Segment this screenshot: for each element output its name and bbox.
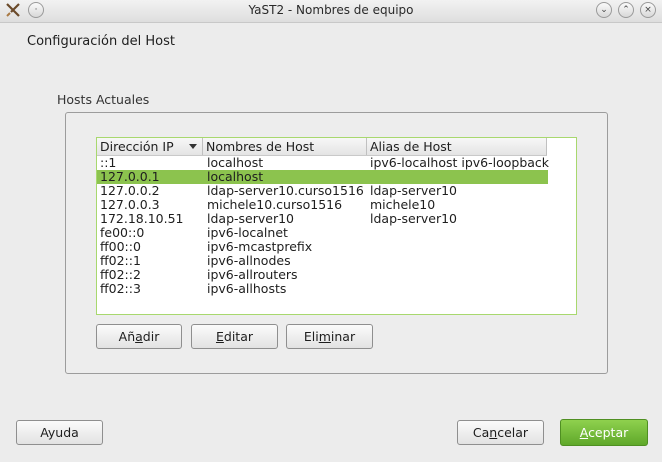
delete-label-start: Eli [303,329,319,344]
edit-button[interactable]: Editar [191,324,278,349]
cell-alias: ipv6-localhost ipv6-loopback [370,155,550,170]
cell-ip: 127.0.0.1 [100,169,160,184]
cancel-button[interactable]: Cancelar [457,420,544,445]
table-header: Dirección IP Nombres de Host Alias de Ho… [97,138,547,156]
cell-host: ipv6-localnet [207,225,288,240]
add-label-end: dir [142,329,160,344]
column-header-label: Dirección IP [100,139,174,154]
minimize-icon[interactable]: ⌄ [596,2,612,18]
table-row[interactable]: 127.0.0.2 ldap-server10.curso1516 ldap-ser… [97,184,576,198]
edit-label-end: ditar [223,329,253,344]
table-row[interactable]: 172.18.10.51 ldap-server10 ldap-server10 [97,212,576,226]
cancel-label-start: Ca [472,425,490,440]
cell-ip: ff02::1 [100,253,141,268]
maximize-icon[interactable]: ⌃ [618,2,634,18]
delete-label-end: inar [330,329,356,344]
cell-alias: michele10 [370,197,436,212]
column-header-alias[interactable]: Alias de Host [367,138,547,155]
accept-label-end: ceptar [588,425,629,440]
add-label-start: Añ [118,329,136,344]
table-body: ::1 localhost ipv6-localhost ipv6-loopback… [97,156,576,296]
help-button[interactable]: Ayuda [16,420,103,445]
cell-host: michele10.curso1516 [207,197,343,212]
table-row[interactable]: ::1 localhost ipv6-localhost ipv6-loopback [97,156,576,170]
table-row[interactable]: ff02::1 ipv6-allnodes [97,254,576,268]
title-bar: · YaST2 - Nombres de equipo ⌄ ⌃ × [0,0,662,23]
cell-host: ldap-server10 [207,211,294,226]
cell-host: ipv6-allhosts [207,281,287,296]
cell-alias: ldap-server10 [370,211,457,226]
cell-host: localhost [207,155,264,170]
cell-alias: ldap-server10 [370,183,457,198]
cancel-label-end: celar [497,425,529,440]
sort-down-icon [189,144,197,149]
cell-host: ipv6-mcastprefix [207,239,313,254]
cell-ip: 172.18.10.51 [100,211,184,226]
column-header-ip[interactable]: Dirección IP [97,138,203,155]
table-row[interactable]: 127.0.0.1 localhost [97,170,548,184]
accept-button[interactable]: Aceptar [560,419,648,446]
cell-ip: fe00::0 [100,225,145,240]
group-label: Hosts Actuales [57,92,150,107]
table-row[interactable]: 127.0.0.3 michele10.curso1516 michele10 [97,198,576,212]
table-row[interactable]: ff00::0 ipv6-mcastprefix [97,240,576,254]
edit-label-key: E [215,329,224,344]
delete-label-key: m [318,329,331,344]
cell-host: ipv6-allrouters [207,267,298,282]
cell-ip: 127.0.0.3 [100,197,160,212]
table-row[interactable]: fe00::0 ipv6-localnet [97,226,576,240]
cell-ip: ::1 [100,155,117,170]
cell-host: localhost [207,169,264,184]
close-icon[interactable]: × [640,2,656,18]
cell-ip: ff02::3 [100,281,141,296]
cell-host: ipv6-allnodes [207,253,291,268]
hosts-table[interactable]: Dirección IP Nombres de Host Alias de Ho… [96,137,577,315]
cell-host: ldap-server10.curso1516 [207,183,364,198]
add-label-key: a [135,329,143,344]
delete-button[interactable]: Eliminar [286,324,373,349]
cell-ip: ff00::0 [100,239,141,254]
table-row[interactable]: ff02::2 ipv6-allrouters [97,268,576,282]
cell-ip: ff02::2 [100,267,141,282]
window-title: YaST2 - Nombres de equipo [248,3,414,17]
add-button[interactable]: Añadir [96,324,182,349]
column-header-host[interactable]: Nombres de Host [203,138,367,155]
accept-label-key: A [579,425,589,440]
cell-ip: 127.0.0.2 [100,183,160,198]
page-title: Configuración del Host [27,34,175,49]
table-row[interactable]: ff02::3 ipv6-allhosts [97,282,576,296]
